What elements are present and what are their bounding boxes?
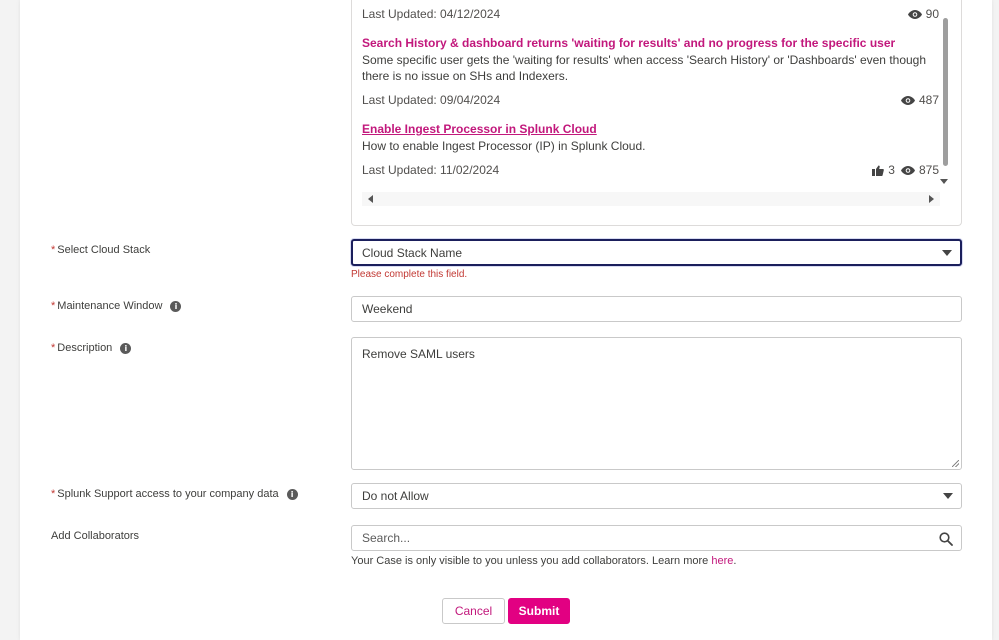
horizontal-scrollbar[interactable]	[362, 192, 940, 206]
required-marker: *	[51, 300, 56, 312]
article-2-description: Some specific user gets the 'waiting for…	[362, 53, 927, 83]
scroll-down-arrow-icon[interactable]	[940, 179, 948, 184]
required-marker: *	[51, 488, 56, 500]
article-2-views: 487	[918, 93, 939, 107]
article-2-last-updated: Last Updated: 09/04/2024	[362, 93, 501, 107]
submit-button[interactable]: Submit	[508, 598, 570, 624]
maintenance-window-label: * Maintenance Window i	[51, 300, 182, 312]
eye-icon	[900, 95, 915, 105]
description-textarea[interactable]: Remove SAML users	[351, 337, 962, 470]
case-form-page: Last Updated: 04/12/2024 90 Search Histo…	[20, 0, 992, 640]
description-label: * Description i	[51, 342, 132, 354]
article-1-stats: 90	[907, 7, 939, 21]
thumbs-up-icon	[872, 165, 885, 176]
cloud-stack-error: Please complete this field.	[351, 269, 468, 280]
learn-more-link[interactable]: here	[711, 555, 733, 567]
article-3-last-updated: Last Updated: 11/02/2024	[362, 163, 500, 177]
article-3-description: How to enable Ingest Processor (IP) in S…	[362, 139, 646, 153]
chevron-down-icon	[942, 249, 952, 256]
article-2-stats: 487	[900, 93, 939, 107]
article-3-likes: 3	[888, 163, 895, 177]
required-marker: *	[51, 244, 56, 256]
related-articles-panel: Last Updated: 04/12/2024 90 Search Histo…	[351, 0, 962, 226]
article-1-last-updated: Last Updated: 04/12/2024	[362, 7, 501, 21]
cloud-stack-select[interactable]: Cloud Stack Name	[351, 239, 962, 266]
collaborators-search-placeholder: Search...	[362, 531, 411, 545]
cloud-stack-label: * Select Cloud Stack	[51, 244, 151, 256]
resize-handle-icon[interactable]	[952, 460, 959, 467]
article-3-stats: 3 875	[872, 163, 939, 177]
info-icon[interactable]: i	[170, 300, 182, 312]
info-icon[interactable]: i	[286, 488, 298, 500]
search-icon[interactable]	[939, 532, 953, 546]
info-icon[interactable]: i	[120, 342, 132, 354]
scroll-right-arrow-icon[interactable]	[929, 195, 934, 203]
chevron-down-icon	[943, 493, 953, 499]
support-access-select[interactable]: Do not Allow	[351, 483, 962, 509]
collaborators-search-input[interactable]: Search...	[351, 525, 962, 551]
support-access-label: * Splunk Support access to your company …	[51, 488, 298, 500]
scroll-left-arrow-icon[interactable]	[368, 195, 373, 203]
maintenance-window-input[interactable]: Weekend	[351, 296, 962, 322]
article-3-views: 875	[918, 163, 939, 177]
cancel-button[interactable]: Cancel	[442, 598, 505, 624]
eye-icon	[907, 9, 922, 19]
eye-icon	[900, 165, 915, 175]
required-marker: *	[51, 342, 56, 354]
collaborators-hint: Your Case is only visible to you unless …	[351, 555, 737, 567]
article-1-views: 90	[925, 7, 939, 21]
vertical-scrollbar-thumb[interactable]	[943, 18, 948, 166]
article-3-title[interactable]: Enable Ingest Processor in Splunk Cloud	[362, 122, 597, 136]
article-2-title[interactable]: Search History & dashboard returns 'wait…	[362, 36, 895, 50]
collaborators-label: Add Collaborators	[51, 530, 140, 542]
